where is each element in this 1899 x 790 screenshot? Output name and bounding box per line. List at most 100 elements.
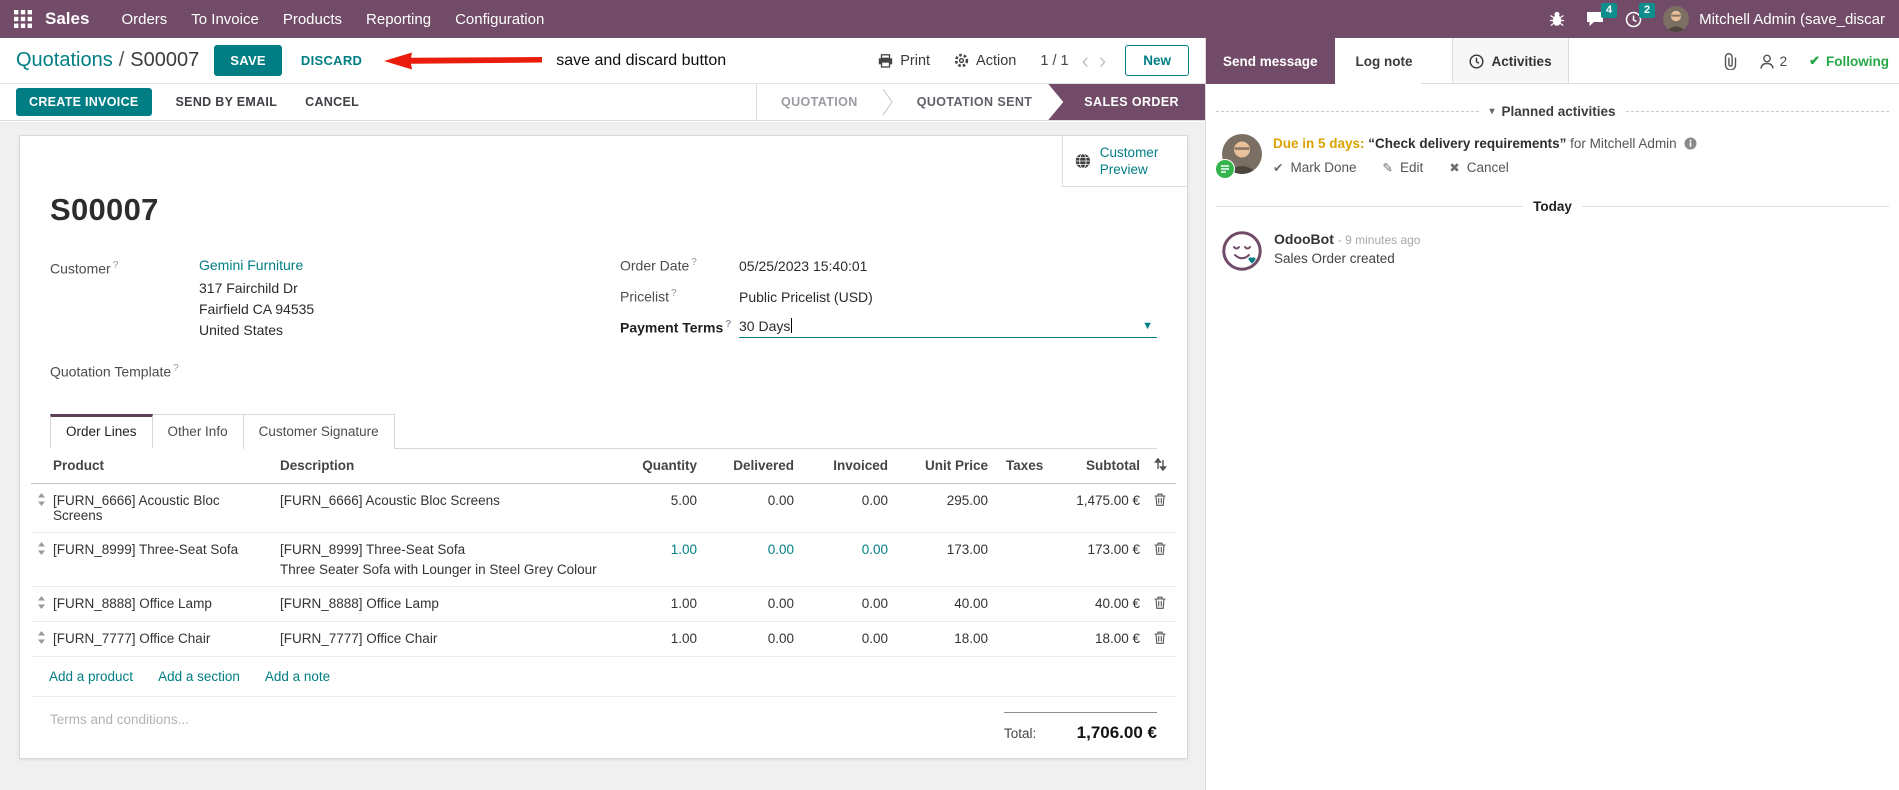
planned-activities-toggle[interactable]: ▾ Planned activities <box>1489 104 1615 119</box>
cell-delivered[interactable]: 0.00 <box>701 484 798 517</box>
stage-chevron-icon <box>882 87 893 117</box>
quotation-template-field[interactable]: Quotation Template? <box>50 358 620 383</box>
drag-handle-icon[interactable] <box>31 484 49 518</box>
menu-configuration[interactable]: Configuration <box>443 2 556 37</box>
add-a-section-link[interactable]: Add a section <box>158 669 240 684</box>
add-a-note-link[interactable]: Add a note <box>265 669 330 684</box>
form-background: Customer Preview S00007 Customer? Gemini… <box>0 122 1205 790</box>
user-menu[interactable]: Mitchell Admin (save_discar <box>1699 11 1885 28</box>
cell-product[interactable]: [FURN_6666] Acoustic Bloc Screens <box>49 484 276 532</box>
customer-preview-label: Customer Preview <box>1099 145 1159 177</box>
payment-terms-input[interactable]: 30 Days ▼ <box>739 318 1157 338</box>
stage-sales-order[interactable]: SALES ORDER <box>1048 84 1205 120</box>
cell-delivered[interactable]: 0.00 <box>701 533 798 566</box>
followers-button[interactable]: 2 <box>1759 54 1787 69</box>
following-button[interactable]: ✔ Following <box>1809 53 1889 69</box>
cell-quantity[interactable]: 1.00 <box>616 587 701 620</box>
cell-unit-price[interactable]: 295.00 <box>892 484 992 517</box>
cancel-activity-button[interactable]: ✖ Cancel <box>1449 160 1509 175</box>
clock-icon <box>1469 53 1484 69</box>
drag-handle-icon[interactable] <box>31 622 49 656</box>
chatter-topbar: Send message Log note Activities 2 ✔ Fol… <box>1206 38 1899 84</box>
send-message-button[interactable]: Send message <box>1206 38 1335 84</box>
cell-taxes[interactable] <box>992 622 1047 640</box>
add-a-product-link[interactable]: Add a product <box>49 669 133 684</box>
cell-description[interactable]: [FURN_6666] Acoustic Bloc Screens <box>276 484 616 517</box>
delete-line-icon[interactable] <box>1144 622 1176 656</box>
tab-customer-signature[interactable]: Customer Signature <box>243 413 395 449</box>
delete-line-icon[interactable] <box>1144 484 1176 518</box>
print-button[interactable]: Print <box>878 53 930 69</box>
cell-quantity[interactable]: 5.00 <box>616 484 701 517</box>
cancel-button[interactable]: CANCEL <box>295 88 369 116</box>
cell-invoiced[interactable]: 0.00 <box>798 484 892 517</box>
edit-activity-button[interactable]: ✎ Edit <box>1383 160 1424 175</box>
create-invoice-button[interactable]: CREATE INVOICE <box>16 88 152 116</box>
cell-subtotal: 173.00 € <box>1087 541 1140 557</box>
info-icon[interactable] <box>1684 137 1697 150</box>
cell-description[interactable]: [FURN_7777] Office Chair <box>276 622 616 655</box>
discard-button[interactable]: DISCARD <box>295 46 368 75</box>
order-date-field: Order Date? 05/25/2023 15:40:01 <box>620 255 1157 276</box>
cell-unit-price[interactable]: 173.00 <box>892 533 992 566</box>
breadcrumb-quotations-link[interactable]: Quotations <box>16 49 113 71</box>
mark-done-button[interactable]: ✔ Mark Done <box>1273 160 1357 175</box>
pager-next-icon[interactable]: › <box>1094 49 1111 72</box>
action-button[interactable]: Action <box>954 53 1016 69</box>
pricelist-value[interactable]: Public Pricelist (USD) <box>739 289 873 305</box>
terms-and-conditions-placeholder[interactable]: Terms and conditions... <box>50 712 189 727</box>
debug-bug-icon[interactable] <box>1549 11 1565 27</box>
cell-product[interactable]: [FURN_8999] Three-Seat Sofa <box>49 533 276 566</box>
tab-other-info[interactable]: Other Info <box>152 413 244 449</box>
cell-taxes[interactable] <box>992 587 1047 605</box>
delete-line-icon[interactable] <box>1144 587 1176 621</box>
cell-delivered[interactable]: 0.00 <box>701 622 798 655</box>
cell-taxes[interactable] <box>992 533 1047 551</box>
activities-clock-icon[interactable]: 2 <box>1625 2 1656 28</box>
cell-invoiced[interactable]: 0.00 <box>798 533 892 566</box>
cell-taxes[interactable] <box>992 484 1047 502</box>
order-date-value[interactable]: 05/25/2023 15:40:01 <box>739 258 867 274</box>
cell-invoiced[interactable]: 0.00 <box>798 622 892 655</box>
menu-orders[interactable]: Orders <box>109 2 179 37</box>
customer-preview-button[interactable]: Customer Preview <box>1062 136 1187 187</box>
customer-field: Customer? Gemini Furniture 317 Fairchild… <box>50 255 620 341</box>
optional-columns-icon[interactable] <box>1144 449 1176 483</box>
cell-quantity[interactable]: 1.00 <box>616 533 701 566</box>
cell-description[interactable]: [FURN_8999] Three-Seat Sofa Three Seater… <box>276 533 616 586</box>
cell-invoiced[interactable]: 0.00 <box>798 587 892 620</box>
menu-reporting[interactable]: Reporting <box>354 2 443 37</box>
messages-icon[interactable]: 4 <box>1586 3 1618 27</box>
attachment-paperclip-icon[interactable] <box>1723 52 1738 70</box>
order-lines-footer-links: Add a product Add a section Add a note <box>31 657 1176 697</box>
menu-products[interactable]: Products <box>271 2 354 37</box>
delete-line-icon[interactable] <box>1144 533 1176 567</box>
cell-description[interactable]: [FURN_8888] Office Lamp <box>276 587 616 620</box>
log-note-button[interactable]: Log note <box>1339 38 1430 84</box>
cell-unit-price[interactable]: 40.00 <box>892 587 992 620</box>
apps-grid-icon[interactable] <box>14 10 32 28</box>
cell-unit-price[interactable]: 18.00 <box>892 622 992 655</box>
dropdown-caret-icon[interactable]: ▼ <box>1142 320 1157 332</box>
stage-quotation[interactable]: QUOTATION <box>757 84 882 120</box>
drag-handle-icon[interactable] <box>31 533 49 567</box>
new-button[interactable]: New <box>1125 45 1189 76</box>
tab-order-lines[interactable]: Order Lines <box>50 413 153 449</box>
customer-link[interactable]: Gemini Furniture <box>199 255 303 276</box>
message-author[interactable]: OdooBot <box>1274 231 1334 247</box>
activities-tab[interactable]: Activities <box>1451 38 1569 84</box>
save-button[interactable]: SAVE <box>214 45 282 76</box>
stage-quotation-sent[interactable]: QUOTATION SENT <box>893 84 1049 120</box>
drag-handle-icon[interactable] <box>31 587 49 621</box>
app-name[interactable]: Sales <box>45 9 89 29</box>
cell-product[interactable]: [FURN_7777] Office Chair <box>49 622 276 655</box>
cell-quantity[interactable]: 1.00 <box>616 622 701 655</box>
form-sheet: Customer Preview S00007 Customer? Gemini… <box>19 135 1188 759</box>
user-avatar[interactable] <box>1663 6 1690 32</box>
send-by-email-button[interactable]: SEND BY EMAIL <box>166 88 288 116</box>
pager-previous-icon[interactable]: ‹ <box>1077 49 1094 72</box>
cell-product[interactable]: [FURN_8888] Office Lamp <box>49 587 276 620</box>
menu-to-invoice[interactable]: To Invoice <box>179 2 271 37</box>
mark-done-check-icon: ✔ <box>1273 161 1284 175</box>
cell-delivered[interactable]: 0.00 <box>701 587 798 620</box>
